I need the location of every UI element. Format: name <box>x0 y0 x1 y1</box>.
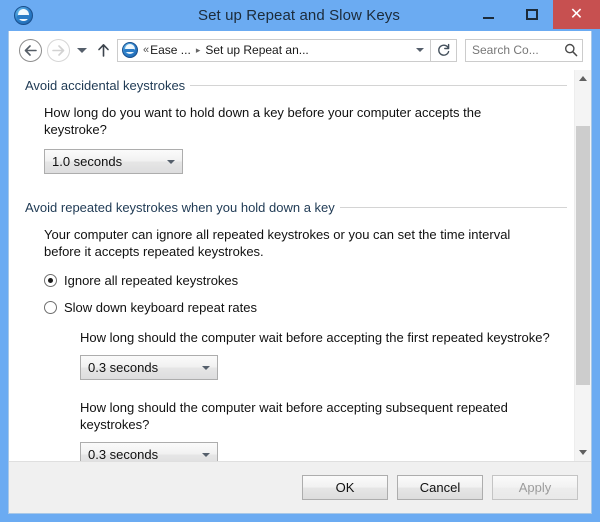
ok-button[interactable]: OK <box>302 475 388 500</box>
first-repeat-dropdown[interactable]: 0.3 seconds <box>80 355 218 380</box>
dialog-footer: OK Cancel Apply <box>9 461 591 513</box>
up-button[interactable] <box>93 43 113 57</box>
section-heading-label: Avoid accidental keystrokes <box>25 78 186 93</box>
scroll-up-icon <box>579 76 587 81</box>
close-button[interactable]: ✕ <box>553 0 600 29</box>
subsequent-repeat-dropdown[interactable]: 0.3 seconds <box>80 442 218 461</box>
address-bar[interactable]: « Ease ... ▸ Set up Repeat an... <box>117 38 431 62</box>
forward-arrow-icon <box>52 44 65 56</box>
section-heading-label: Avoid repeated keystrokes when you hold … <box>25 200 335 215</box>
radio-button-icon <box>44 274 57 287</box>
scrollbar-thumb[interactable] <box>576 126 590 385</box>
search-input[interactable]: Search Co... <box>466 43 560 57</box>
radio-label: Ignore all repeated keystrokes <box>64 273 239 288</box>
settings-content: Avoid accidental keystrokes How long do … <box>9 70 574 461</box>
scroll-down-button[interactable] <box>575 444 591 461</box>
radio-slow-down-repeat-rates[interactable]: Slow down keyboard repeat rates <box>44 300 574 315</box>
ease-of-access-icon <box>14 6 33 25</box>
search-icon <box>560 43 582 57</box>
repeated-keystrokes-description: Your computer can ignore all repeated ke… <box>44 227 511 259</box>
hold-duration-dropdown[interactable]: 1.0 seconds <box>44 149 183 174</box>
dialog-window: Set up Repeat and Slow Keys ✕ « Ease ...… <box>0 0 600 522</box>
radio-ignore-all-repeated[interactable]: Ignore all repeated keystrokes <box>44 273 574 288</box>
breadcrumb-item-current[interactable]: Set up Repeat an... <box>205 43 308 57</box>
section1-body: How long do you want to hold down a key … <box>25 104 574 174</box>
maximize-icon <box>525 9 538 20</box>
forward-button <box>47 38 70 62</box>
section-heading-avoid-repeated: Avoid repeated keystrokes when you hold … <box>25 200 574 215</box>
chevron-down-icon <box>195 365 217 370</box>
minimize-button[interactable] <box>467 0 510 29</box>
breadcrumb-overflow-icon[interactable]: « <box>142 44 150 56</box>
search-box[interactable]: Search Co... <box>465 38 583 62</box>
section-rule <box>339 207 567 208</box>
breadcrumb-separator-icon: ▸ <box>195 44 201 55</box>
client-area: « Ease ... ▸ Set up Repeat an... Search … <box>8 31 592 514</box>
address-ease-of-access-icon <box>122 42 138 58</box>
section2-body: Your computer can ignore all repeated ke… <box>25 226 574 461</box>
address-dropdown-button[interactable] <box>410 48 430 52</box>
section-heading-avoid-accidental: Avoid accidental keystrokes <box>25 78 574 93</box>
chevron-down-icon <box>416 48 424 52</box>
breadcrumb-item-ease[interactable]: Ease ... <box>150 43 191 57</box>
vertical-scrollbar[interactable] <box>574 70 591 461</box>
hold-duration-value: 1.0 seconds <box>52 154 123 169</box>
minimize-icon <box>483 17 494 19</box>
close-icon: ✕ <box>569 5 584 23</box>
hold-down-key-description: How long do you want to hold down a key … <box>44 105 482 137</box>
back-arrow-icon <box>24 44 37 56</box>
maximize-button[interactable] <box>510 0 553 29</box>
repeat-rate-options: How long should the computer wait before… <box>44 329 574 461</box>
chevron-down-icon <box>77 47 87 53</box>
first-repeat-label: How long should the computer wait before… <box>80 330 550 345</box>
apply-button: Apply <box>492 475 578 500</box>
scroll-up-button[interactable] <box>575 70 591 87</box>
chevron-down-icon <box>160 159 182 164</box>
scroll-down-icon <box>579 450 587 455</box>
section-rule <box>190 85 567 86</box>
title-bar: Set up Repeat and Slow Keys ✕ <box>8 0 600 31</box>
caption-buttons: ✕ <box>467 0 600 31</box>
navigation-toolbar: « Ease ... ▸ Set up Repeat an... Search … <box>9 31 591 69</box>
content-scroll-region: Avoid accidental keystrokes How long do … <box>9 69 591 461</box>
subsequent-repeat-label: How long should the computer wait before… <box>80 400 508 432</box>
up-arrow-icon <box>97 44 109 57</box>
radio-button-icon <box>44 301 57 314</box>
back-button[interactable] <box>19 38 42 62</box>
recent-pages-button[interactable] <box>73 47 91 53</box>
subsequent-repeat-value: 0.3 seconds <box>88 447 159 461</box>
refresh-button[interactable] <box>431 38 457 62</box>
refresh-icon <box>437 43 449 56</box>
chevron-down-icon <box>195 452 217 457</box>
breadcrumb: « Ease ... ▸ Set up Repeat an... <box>142 43 410 57</box>
radio-label: Slow down keyboard repeat rates <box>64 300 257 315</box>
cancel-button[interactable]: Cancel <box>397 475 483 500</box>
first-repeat-value: 0.3 seconds <box>88 360 159 375</box>
